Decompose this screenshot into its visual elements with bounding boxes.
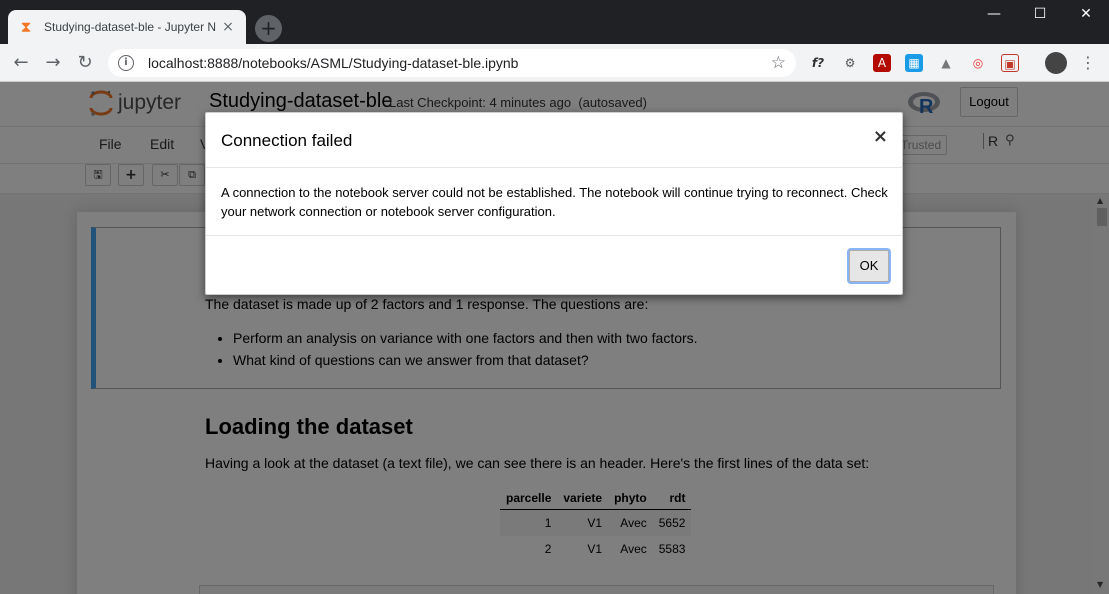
minimize-icon[interactable]: —	[971, 2, 1017, 26]
ok-button[interactable]: OK	[849, 250, 889, 282]
connection-failed-dialog: Connection failed × A connection to the …	[205, 112, 903, 295]
browser-tab[interactable]: ⧗ Studying-dataset-ble - Jupyter N ×	[8, 10, 246, 44]
browser-tabstrip: ⧗ Studying-dataset-ble - Jupyter N × + —…	[0, 0, 1109, 44]
url-text[interactable]: localhost:8888/notebooks/ASML/Studying-d…	[148, 55, 771, 71]
tab-title: Studying-dataset-ble - Jupyter N	[44, 20, 217, 34]
pocket-extension-icon[interactable]: ▣	[1001, 54, 1019, 72]
drive-extension-icon[interactable]: ▲	[937, 54, 955, 72]
avatar[interactable]	[1045, 52, 1067, 74]
dialog-message: A connection to the notebook server coul…	[221, 185, 888, 219]
hourglass-icon: ⧗	[20, 18, 32, 36]
bookmark-star-icon[interactable]: ☆	[771, 53, 786, 73]
back-icon[interactable]: ←	[10, 52, 32, 74]
dialog-footer: OK	[206, 235, 902, 296]
gear-extension-icon[interactable]: ⚙	[841, 54, 859, 72]
screenshot-extension-icon[interactable]: ▦	[905, 54, 923, 72]
new-tab-button[interactable]: +	[255, 15, 282, 42]
swirl-extension-icon[interactable]: ◎	[969, 54, 987, 72]
maximize-icon[interactable]: ☐	[1017, 2, 1063, 26]
reload-icon[interactable]: ↻	[74, 52, 96, 74]
browser-menu-icon[interactable]: ⋮	[1079, 54, 1097, 72]
formula-extension-icon[interactable]: f?	[809, 54, 827, 72]
address-bar[interactable]: i localhost:8888/notebooks/ASML/Studying…	[108, 49, 796, 77]
pdf-extension-icon[interactable]: A	[873, 54, 891, 72]
dialog-title: Connection failed	[221, 131, 353, 150]
dialog-header: Connection failed ×	[206, 113, 902, 168]
close-window-icon[interactable]: ✕	[1063, 2, 1109, 26]
close-icon[interactable]: ×	[873, 126, 888, 147]
close-tab-icon[interactable]: ×	[220, 19, 236, 35]
forward-icon[interactable]: →	[42, 52, 64, 74]
site-info-icon[interactable]: i	[118, 55, 134, 71]
browser-toolbar: ← → ↻ i localhost:8888/notebooks/ASML/St…	[0, 44, 1109, 82]
